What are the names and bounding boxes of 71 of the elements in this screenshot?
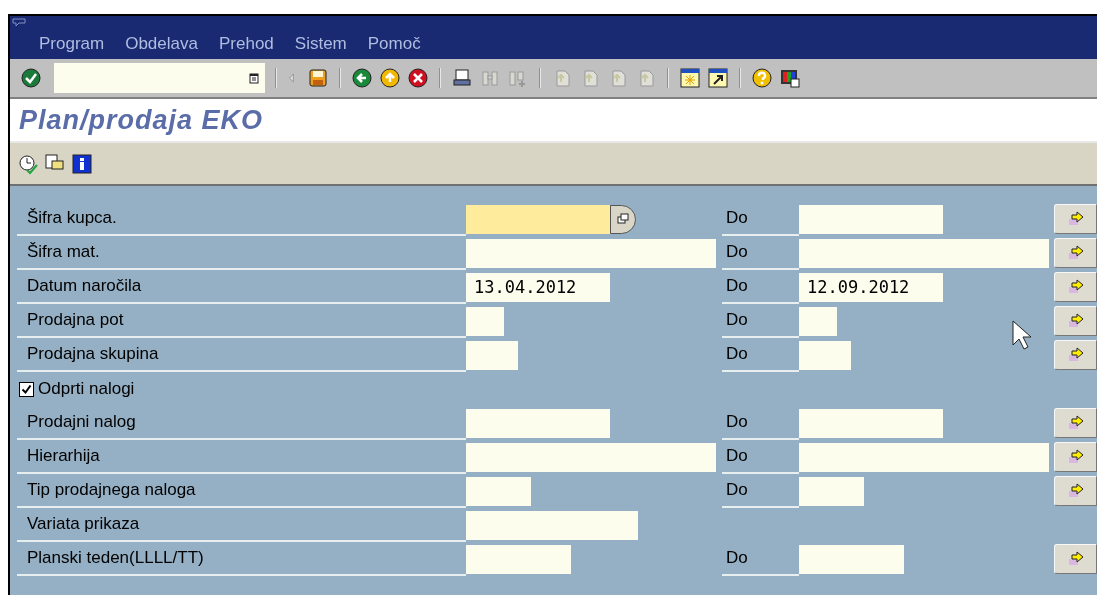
execute-clock-icon[interactable] <box>17 152 39 175</box>
shortcut-icon[interactable] <box>707 67 729 89</box>
field-label: Datum naročila <box>27 275 142 298</box>
field-label: Do <box>726 479 748 502</box>
multiple-selection-button[interactable] <box>1054 476 1097 506</box>
field-label: Do <box>726 343 748 366</box>
enter-icon[interactable] <box>20 67 42 89</box>
field-label: Prodajna pot <box>27 309 124 332</box>
input-field[interactable] <box>466 476 531 506</box>
print-icon[interactable] <box>451 67 473 89</box>
field-label: Do <box>726 411 748 434</box>
input-field[interactable]: 12.09.2012 <box>799 272 943 302</box>
search-help-button[interactable] <box>610 204 636 234</box>
input-field[interactable] <box>799 204 943 234</box>
menu-item[interactable]: Sistem <box>294 31 347 57</box>
input-field[interactable] <box>466 442 716 472</box>
input-field[interactable] <box>466 238 716 268</box>
input-field[interactable]: 13.04.2012 <box>466 272 610 302</box>
multiple-selection-button[interactable] <box>1054 340 1097 370</box>
menu-item[interactable]: Program <box>39 31 105 57</box>
multiple-selection-button[interactable] <box>1054 204 1097 234</box>
field-label: Do <box>726 275 748 298</box>
clipboard-icon[interactable] <box>249 72 259 84</box>
help-icon[interactable] <box>751 67 773 89</box>
field-label: Do <box>726 309 748 332</box>
menu-item[interactable]: Obdelava <box>125 31 198 57</box>
multiple-selection-button[interactable] <box>1054 272 1097 302</box>
field-label: Do <box>726 547 748 570</box>
field-label: Hierarhija <box>27 445 100 468</box>
input-field[interactable] <box>799 408 943 438</box>
input-field[interactable] <box>799 306 837 336</box>
command-field[interactable] <box>54 63 265 93</box>
field-label: Šifra mat. <box>27 241 100 264</box>
input-field[interactable] <box>799 476 864 506</box>
input-field[interactable] <box>799 340 851 370</box>
input-field[interactable] <box>799 544 904 574</box>
field-label: Variata prikaza <box>27 513 140 536</box>
field-label: Odprti nalogi <box>38 378 135 401</box>
multiple-selection-button[interactable] <box>1054 408 1097 438</box>
multiple-selection-button[interactable] <box>1054 306 1097 336</box>
menu-item[interactable]: Prehod <box>218 31 274 57</box>
input-field[interactable] <box>799 238 1049 268</box>
field-label: Prodajni nalog <box>27 411 136 434</box>
input-field[interactable] <box>466 544 571 574</box>
cancel-icon[interactable] <box>407 67 429 89</box>
input-field[interactable] <box>466 408 610 438</box>
multiple-selection-button[interactable] <box>1054 238 1097 268</box>
input-field[interactable] <box>466 204 610 234</box>
new-window-icon[interactable] <box>679 67 701 89</box>
field-label: Tip prodajnega naloga <box>27 479 196 502</box>
info-icon[interactable] <box>71 152 93 175</box>
input-field[interactable] <box>466 340 518 370</box>
mouse-cursor-icon <box>1012 320 1032 350</box>
back-icon[interactable] <box>351 67 373 89</box>
multiple-selection-button[interactable] <box>1054 442 1097 472</box>
field-label: Planski teden(LLLL/TT) <box>27 547 204 570</box>
menu-item[interactable]: Pomoč <box>367 31 421 57</box>
input-field[interactable] <box>466 306 504 336</box>
field-label: Prodajna skupina <box>27 343 159 366</box>
multiple-selection-button[interactable] <box>1054 544 1097 574</box>
save-icon[interactable] <box>307 67 329 89</box>
field-label: Do <box>726 445 748 468</box>
input-field[interactable] <box>466 510 638 540</box>
field-label: Do <box>726 207 748 230</box>
input-field[interactable] <box>799 442 1049 472</box>
screen-title: Plan/prodaja EKO <box>19 103 264 137</box>
field-label: Do <box>726 241 748 264</box>
checkbox[interactable] <box>19 381 34 397</box>
windows-icon <box>617 213 629 225</box>
field-label: Šifra kupca. <box>27 207 117 230</box>
exit-icon[interactable] <box>379 67 401 89</box>
